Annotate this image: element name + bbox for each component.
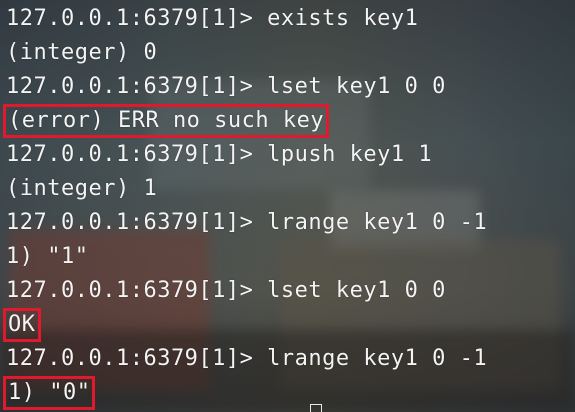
line-text: 127.0.0.1:6379[1]> lpush key1 1 <box>6 142 433 167</box>
terminal-line-command: 127.0.0.1:6379[1]> exists key1 <box>6 2 487 36</box>
terminal-line-output: OK <box>3 308 487 342</box>
terminal-line-command: 127.0.0.1:6379[1]> lset key1 0 0 <box>6 70 487 104</box>
terminal-line-command: 127.0.0.1:6379[1]> lpush key1 1 <box>6 138 487 172</box>
terminal-line-command: 127.0.0.1:6379[1]> lrange key1 0 -1 <box>6 342 487 376</box>
terminal-line-command: 127.0.0.1:6379[1]> lrange key1 0 -1 <box>6 206 487 240</box>
line-text: 1) "1" <box>6 244 89 269</box>
terminal-line-output: (error) ERR no such key <box>2 104 487 138</box>
terminal-line-output: (integer) 0 <box>6 36 487 70</box>
line-text: 127.0.0.1:6379[1]> exists key1 <box>6 6 419 31</box>
terminal-window[interactable]: 127.0.0.1:6379[1]> exists key1 (integer)… <box>0 0 575 412</box>
terminal-line-output: 1) "0" <box>2 376 487 410</box>
highlighted-error-text: (error) ERR no such key <box>2 104 330 138</box>
terminal-line-output: (integer) 1 <box>6 172 487 206</box>
highlighted-ok-text: OK <box>3 308 41 342</box>
terminal-line-output: 1) "1" <box>6 240 487 274</box>
text-cursor-icon <box>310 404 322 412</box>
line-text: 127.0.0.1:6379[1]> lset key1 0 0 <box>6 278 446 303</box>
highlighted-result-text: 1) "0" <box>2 376 96 410</box>
line-text: 127.0.0.1:6379[1]> lrange key1 0 -1 <box>6 346 488 371</box>
terminal-line-command: 127.0.0.1:6379[1]> lset key1 0 0 <box>6 274 487 308</box>
terminal-output[interactable]: 127.0.0.1:6379[1]> exists key1 (integer)… <box>2 2 487 410</box>
line-text: (integer) 0 <box>6 40 158 65</box>
line-text: 127.0.0.1:6379[1]> lset key1 0 0 <box>6 74 446 99</box>
line-text: (integer) 1 <box>6 176 158 201</box>
line-text: 127.0.0.1:6379[1]> lrange key1 0 -1 <box>6 210 488 235</box>
